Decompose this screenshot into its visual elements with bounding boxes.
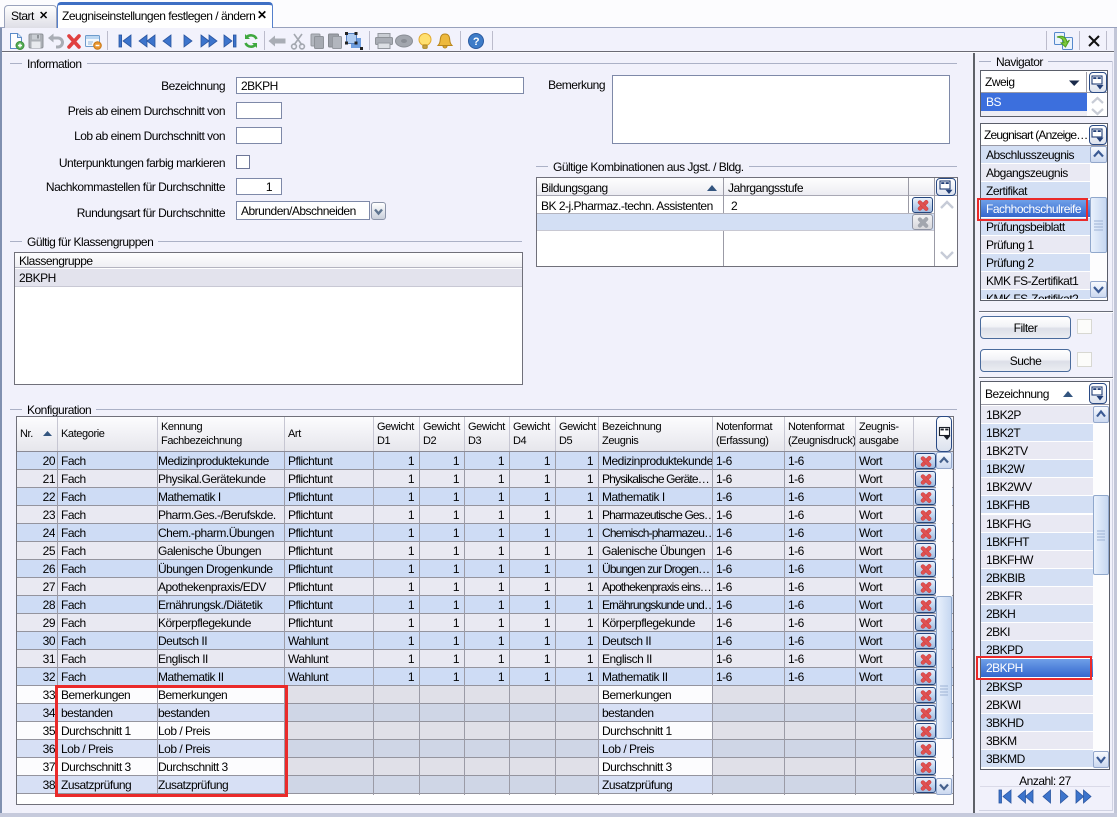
svg-text:?: ?	[473, 36, 480, 48]
